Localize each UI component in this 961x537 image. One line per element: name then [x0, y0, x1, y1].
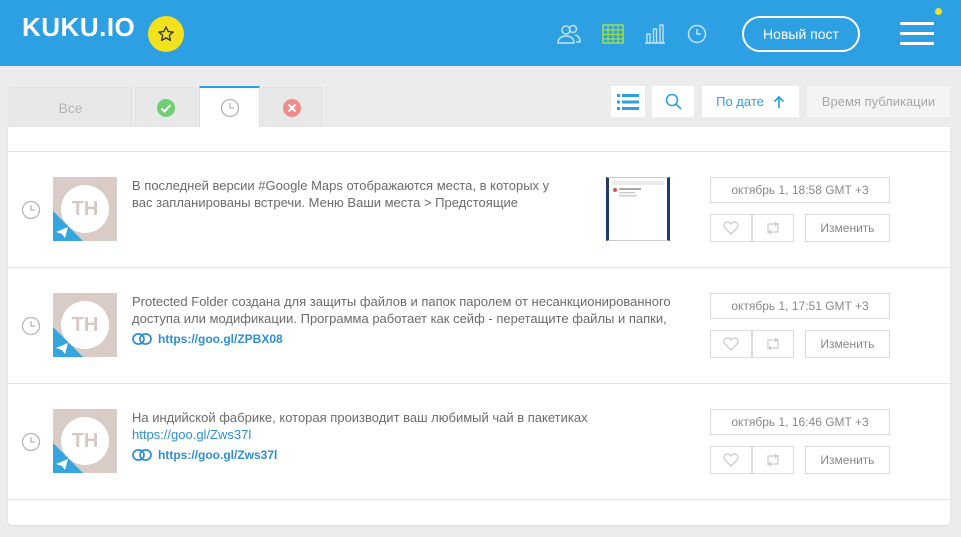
- menu-line: [900, 22, 934, 25]
- post-item: TH Protected Folder создана для защиты ф…: [8, 268, 950, 384]
- publish-date[interactable]: октябрь 1, 18:58 GMT +3: [710, 177, 890, 203]
- bar-chart-icon: [645, 24, 665, 44]
- repost-icon: [767, 221, 779, 235]
- publish-date[interactable]: октябрь 1, 17:51 GMT +3: [710, 293, 890, 319]
- screenshot-thumbnail-icon: [612, 181, 664, 197]
- inline-link[interactable]: https://goo.gl/Zws37l: [132, 426, 692, 443]
- repost-icon: [767, 337, 779, 351]
- menu-line: [900, 32, 934, 35]
- clock-icon: [220, 98, 239, 118]
- check-circle-icon: [157, 98, 175, 117]
- post-text: На индийской фабрике, которая производит…: [132, 409, 692, 443]
- telegram-icon: [56, 459, 68, 470]
- users-icon: [557, 24, 581, 44]
- link-text: https://goo.gl/ZPBX08: [158, 332, 283, 346]
- telegram-icon: [56, 227, 68, 238]
- x-circle-icon: [283, 98, 301, 117]
- posts-panel: TH В последней версии #Google Maps отобр…: [8, 127, 950, 525]
- clock-icon: [21, 316, 41, 336]
- edit-button[interactable]: Изменить: [805, 446, 890, 474]
- hamburger-menu-button[interactable]: [900, 22, 934, 46]
- arrow-up-icon: [773, 95, 784, 108]
- search-icon: [665, 93, 682, 110]
- notification-dot: [935, 8, 942, 15]
- logo[interactable]: KUKU.IO: [22, 12, 135, 43]
- heart-icon: [723, 453, 739, 467]
- sort-label: По дате: [716, 94, 764, 109]
- telegram-icon: [56, 343, 68, 354]
- like-button[interactable]: [710, 214, 752, 242]
- like-button[interactable]: [710, 330, 752, 358]
- divider: [8, 499, 950, 500]
- tab-all[interactable]: Все: [9, 87, 132, 127]
- calendar-grid-icon: [602, 24, 624, 44]
- tab-failed[interactable]: [262, 87, 322, 127]
- link-icon: [132, 449, 152, 461]
- clock-icon: [21, 432, 41, 452]
- new-post-button[interactable]: Новый пост: [742, 16, 860, 52]
- star-icon: [158, 26, 174, 42]
- repost-icon: [767, 453, 779, 467]
- post-text: В последней версии #Google Maps отобража…: [132, 178, 550, 210]
- menu-line: [900, 42, 934, 45]
- post-link[interactable]: https://goo.gl/ZPBX08: [132, 332, 283, 346]
- sort-by-date-button[interactable]: По дате: [702, 86, 799, 117]
- search-button[interactable]: [652, 86, 694, 117]
- users-nav-button[interactable]: [556, 22, 582, 46]
- repost-button[interactable]: [752, 330, 794, 358]
- calendar-nav-button[interactable]: [600, 22, 626, 46]
- edit-button[interactable]: Изменить: [805, 214, 890, 242]
- list-view-button[interactable]: [611, 86, 645, 117]
- heart-icon: [723, 337, 739, 351]
- tab-all-label: Все: [58, 99, 83, 116]
- heart-icon: [723, 221, 739, 235]
- post-thumbnail[interactable]: [606, 177, 670, 241]
- repost-button[interactable]: [752, 446, 794, 474]
- post-item: TH На индийской фабрике, которая произво…: [8, 384, 950, 500]
- like-button[interactable]: [710, 446, 752, 474]
- clock-icon: [21, 200, 41, 220]
- logo-text: KUKU.IO: [22, 12, 136, 42]
- post-link[interactable]: https://goo.gl/Zws37l: [132, 448, 277, 462]
- edit-button[interactable]: Изменить: [805, 330, 890, 358]
- clock-icon: [687, 24, 707, 44]
- post-text: Protected Folder создана для защиты файл…: [132, 294, 671, 326]
- tab-published[interactable]: [135, 87, 197, 127]
- favorites-button[interactable]: [148, 16, 184, 52]
- avatar: TH: [53, 177, 117, 241]
- post-item: TH В последней версии #Google Maps отобр…: [8, 152, 950, 268]
- link-text: https://goo.gl/Zws37l: [158, 448, 278, 462]
- publish-date[interactable]: октябрь 1, 16:46 GMT +3: [710, 409, 890, 435]
- top-header: KUKU.IO Новый пост: [0, 0, 961, 66]
- repost-button[interactable]: [752, 214, 794, 242]
- avatar: TH: [53, 293, 117, 357]
- avatar: TH: [53, 409, 117, 473]
- sort-by-time-button[interactable]: Время публикации: [807, 86, 950, 117]
- list-icon: [617, 93, 639, 110]
- post-text-body: На индийской фабрике, которая производит…: [132, 410, 588, 425]
- time-label: Время публикации: [821, 94, 936, 109]
- stats-nav-button[interactable]: [642, 22, 668, 46]
- link-icon: [132, 333, 152, 345]
- tab-scheduled[interactable]: [199, 86, 260, 128]
- schedule-nav-button[interactable]: [684, 22, 710, 46]
